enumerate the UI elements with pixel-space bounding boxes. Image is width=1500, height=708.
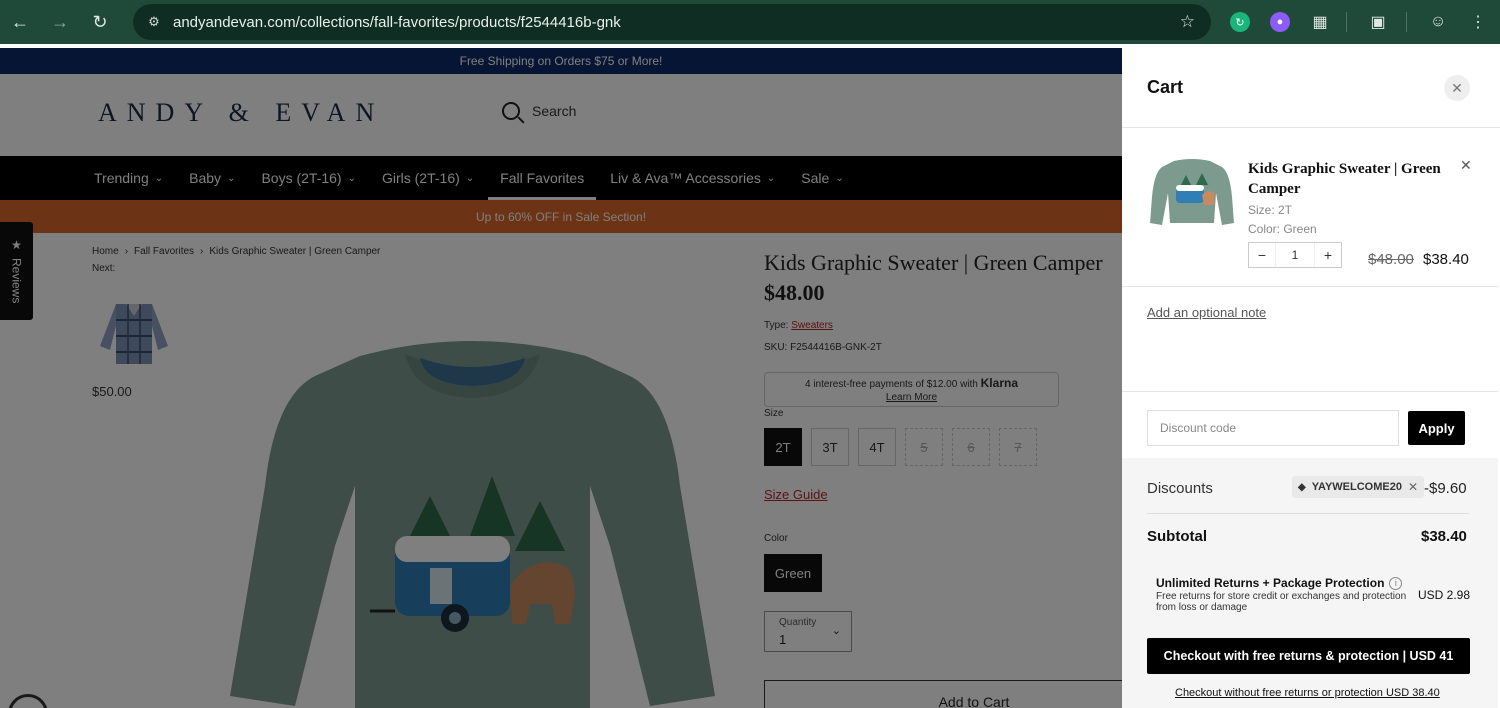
checkout-without-protection-link[interactable]: Checkout without free returns or protect…	[1175, 687, 1440, 699]
toolbar-divider	[1406, 12, 1407, 32]
cart-line-item: Kids Graphic Sweater | Green Camper ✕ Si…	[1122, 129, 1498, 287]
increment-button[interactable]: +	[1315, 243, 1341, 267]
reload-icon[interactable]: ↻	[80, 0, 120, 44]
extensions-puzzle-icon[interactable]: ▦	[1308, 10, 1332, 34]
protection-title-text: Unlimited Returns + Package Protection	[1156, 576, 1385, 590]
bookmark-star-icon[interactable]: ☆	[1180, 12, 1195, 32]
divider	[1122, 391, 1498, 392]
checkout-with-protection-button[interactable]: Checkout with free returns & protection …	[1147, 638, 1470, 674]
tab-search-icon[interactable]: ▣	[1366, 10, 1390, 34]
remove-discount-icon[interactable]: ✕	[1408, 480, 1418, 494]
remove-item-icon[interactable]: ✕	[1460, 157, 1472, 174]
info-icon[interactable]: i	[1389, 576, 1403, 590]
cart-item-original-price: $48.00	[1368, 251, 1414, 268]
cart-title: Cart	[1147, 77, 1184, 97]
cart-item-name[interactable]: Kids Graphic Sweater | Green Camper	[1248, 159, 1448, 199]
discount-amount: -$9.60	[1424, 480, 1467, 497]
subtotal-label: Subtotal	[1147, 528, 1207, 545]
browser-toolbar: ← → ↻ ⚙ andyandevan.com/collections/fall…	[0, 0, 1500, 44]
address-bar[interactable]: ⚙ andyandevan.com/collections/fall-favor…	[133, 4, 1211, 40]
cart-item-sale-price: $38.40	[1423, 251, 1469, 268]
close-icon[interactable]: ✕	[1444, 75, 1470, 101]
cart-item-color: Color: Green	[1248, 222, 1317, 236]
discount-code-badge: ◆ YAYWELCOME20 ✕	[1292, 476, 1425, 498]
forward-icon[interactable]: →	[40, 0, 80, 44]
apply-discount-button[interactable]: Apply	[1408, 411, 1465, 445]
decrement-button[interactable]: −	[1249, 243, 1275, 267]
subtotal-amount: $38.40	[1421, 528, 1467, 545]
quantity-stepper: − 1 +	[1248, 242, 1342, 268]
divider	[1147, 513, 1469, 514]
cart-item-size: Size: 2T	[1248, 203, 1293, 217]
cart-summary: Discounts ◆ YAYWELCOME20 ✕ -$9.60 Subtot…	[1122, 458, 1498, 708]
extension-green-icon[interactable]: ↻	[1230, 12, 1250, 32]
cart-item-thumbnail[interactable]	[1150, 157, 1234, 227]
toolbar-divider	[1346, 12, 1347, 32]
cart-header: Cart ✕	[1122, 48, 1500, 128]
protection-description: Free returns for store credit or exchang…	[1156, 591, 1407, 613]
cart-drawer: Cart ✕ Kids Graphic Sweater | Green Camp…	[1122, 48, 1500, 708]
profile-icon[interactable]: ☺	[1426, 10, 1450, 34]
quantity-input[interactable]: 1	[1275, 243, 1315, 267]
discount-code-input[interactable]: Discount code	[1147, 410, 1399, 446]
extension-purple-icon[interactable]: ●	[1270, 12, 1290, 32]
add-note-link[interactable]: Add an optional note	[1147, 305, 1266, 320]
site-info-icon[interactable]: ⚙	[137, 4, 171, 40]
tag-icon: ◆	[1298, 481, 1306, 493]
discounts-label: Discounts	[1147, 480, 1213, 497]
protection-title: Unlimited Returns + Package Protection i	[1156, 576, 1403, 590]
url-text[interactable]: andyandevan.com/collections/fall-favorit…	[173, 14, 621, 31]
menu-kebab-icon[interactable]: ⋮	[1466, 10, 1490, 34]
cart-overlay-backdrop[interactable]	[0, 48, 1122, 708]
back-icon[interactable]: ←	[0, 0, 40, 44]
protection-price: USD 2.98	[1418, 588, 1471, 602]
discount-code-text: YAYWELCOME20	[1311, 481, 1402, 493]
